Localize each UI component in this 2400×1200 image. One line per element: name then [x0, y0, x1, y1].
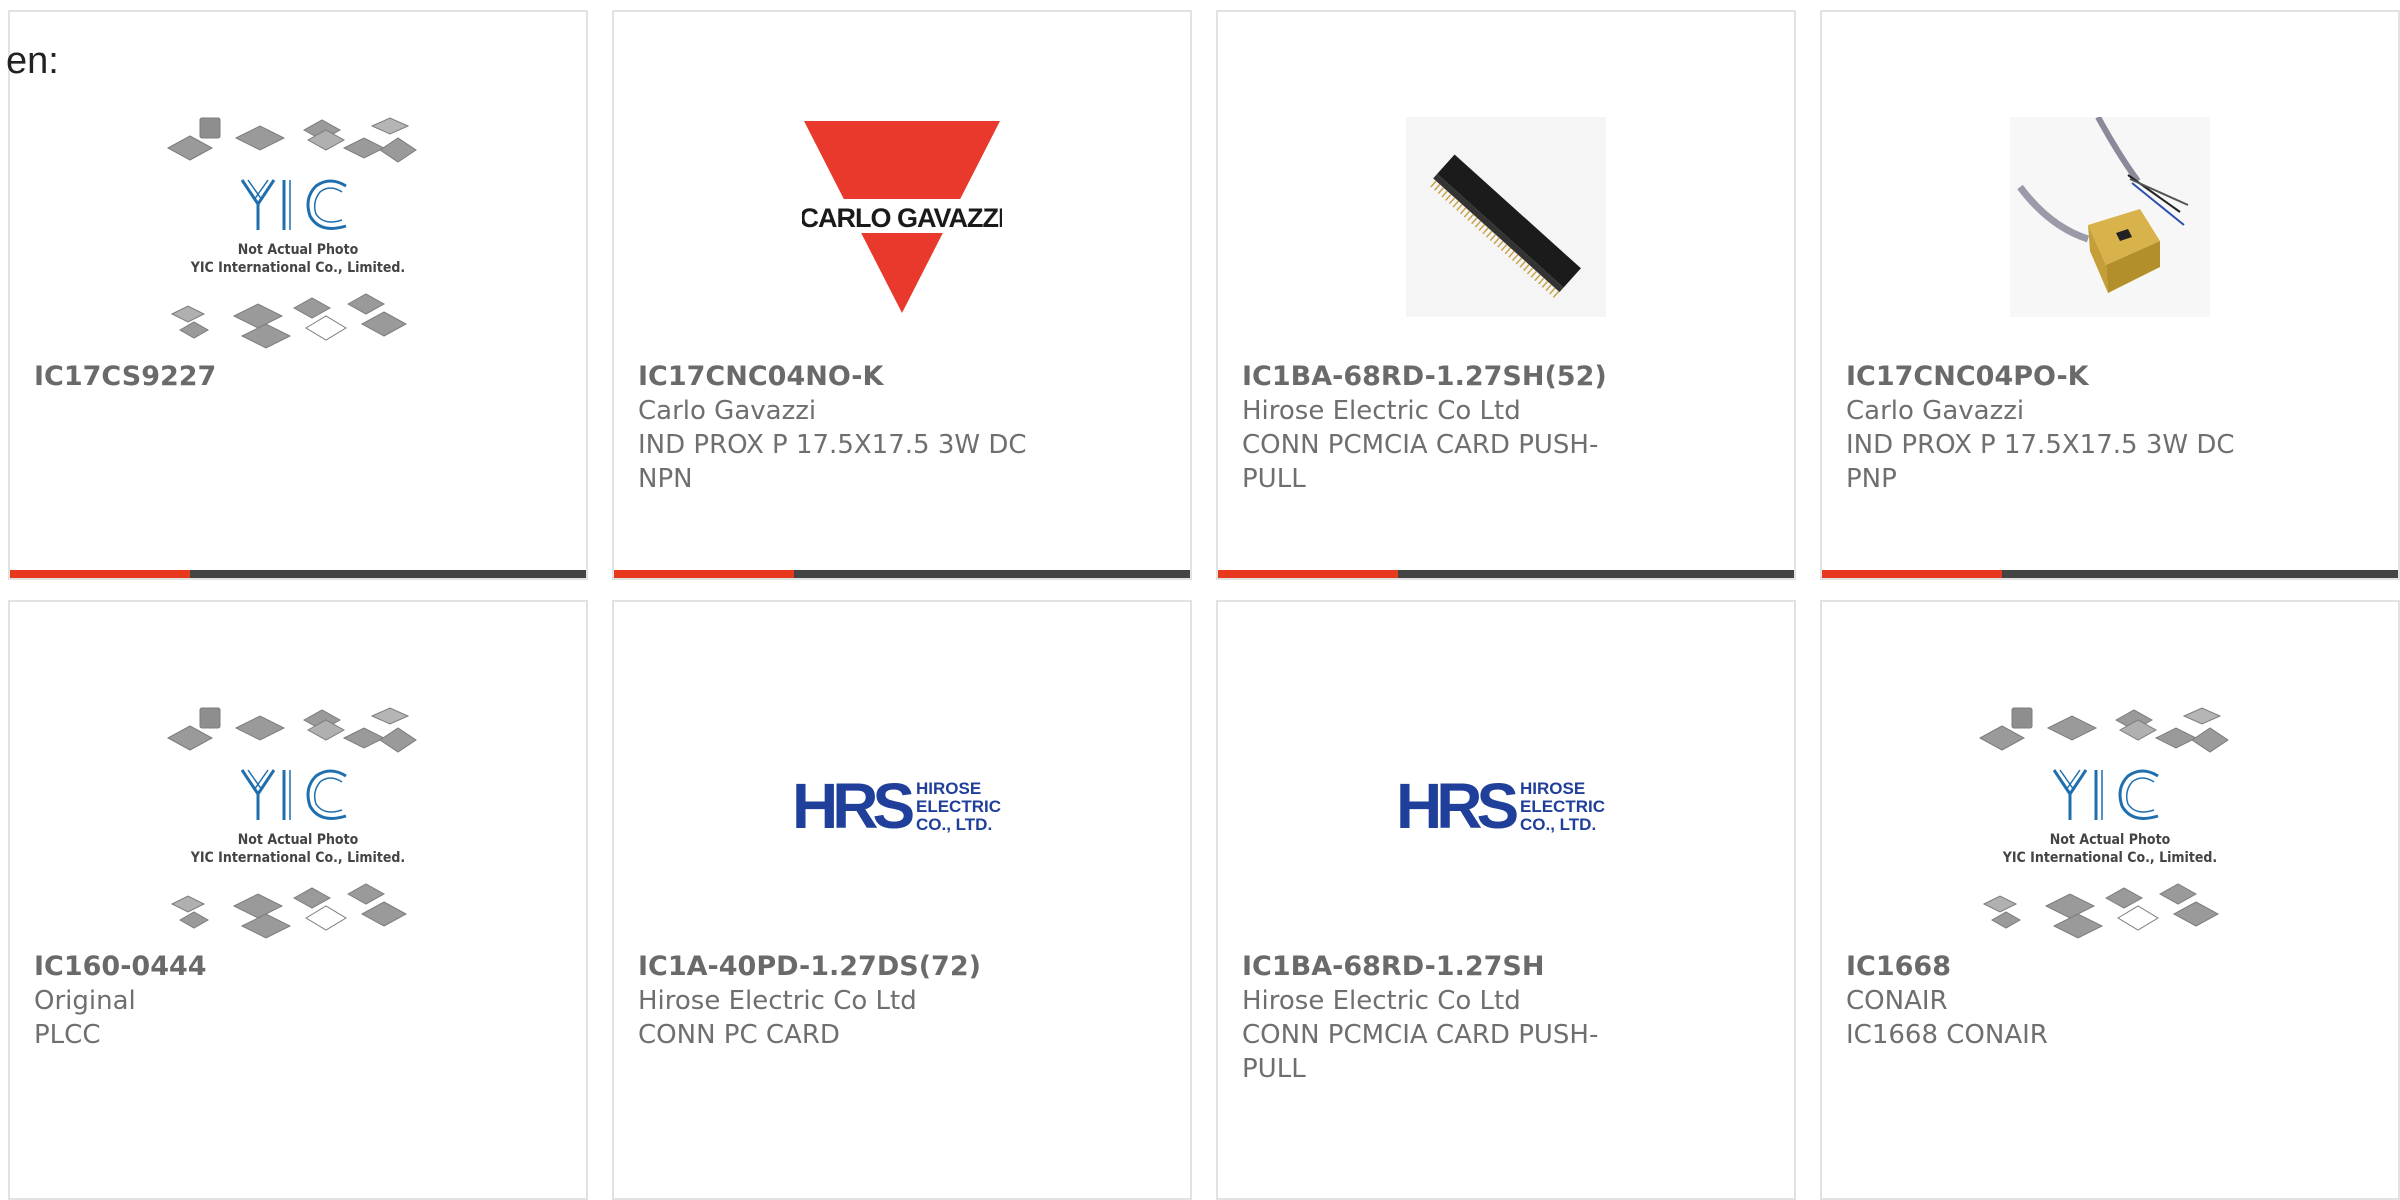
product-part-number[interactable]: IC1668	[1846, 950, 2382, 984]
product-image[interactable]: Not Actual Photo YIC International Co., …	[10, 688, 586, 958]
product-info: IC17CS9227	[34, 360, 570, 394]
product-image[interactable]: CARLO GAVAZZI	[614, 82, 1190, 352]
product-grid: Not Actual Photo YIC International Co., …	[0, 0, 2400, 1200]
product-image[interactable]: Not Actual Photo YIC International Co., …	[1822, 688, 2398, 958]
hrs-logo-line-1: HIROSE	[916, 779, 981, 798]
product-info: IC17CNC04NO-K Carlo Gavazzi IND PROX P 17.…	[638, 360, 1174, 496]
card-accent-bar	[1218, 570, 1794, 578]
product-part-number[interactable]: IC17CNC04PO-K	[1846, 360, 2382, 394]
yic-caption-2: YIC International Co., Limited.	[2002, 850, 2217, 866]
hrs-logo-line-3: CO., LTD.	[1520, 815, 1596, 834]
product-description: IC1668 CONAIR	[1846, 1020, 2048, 1050]
card-accent-bar-highlight	[1822, 570, 2002, 578]
hrs-logo-line-3: CO., LTD.	[916, 815, 992, 834]
connector-photo	[1406, 117, 1606, 317]
product-image[interactable]: HRS HIROSE ELECTRIC CO., LTD.	[614, 672, 1190, 942]
product-part-number[interactable]: IC1BA-68RD-1.27SH(52)	[1242, 360, 1778, 394]
hrs-logo-line-2: ELECTRIC	[916, 797, 1001, 816]
proximity-sensor-photo	[2010, 117, 2210, 317]
product-description: CONN PCMCIA CARD PUSH-PULL	[1242, 430, 1599, 494]
product-image[interactable]: HRS HIROSE ELECTRIC CO., LTD.	[1218, 672, 1794, 942]
yic-placeholder-image: Not Actual Photo YIC International Co., …	[166, 117, 417, 349]
language-label: en:	[6, 40, 59, 82]
product-info: IC1BA-68RD-1.27SH Hirose Electric Co Ltd C…	[1242, 950, 1778, 1086]
product-card[interactable]: HRS HIROSE ELECTRIC CO., LTD. IC1A-40PD-…	[612, 600, 1192, 1200]
product-manufacturer: Carlo Gavazzi	[638, 396, 817, 426]
hrs-logo-line-1: HIROSE	[1520, 779, 1585, 798]
product-part-number[interactable]: IC17CNC04NO-K	[638, 360, 1174, 394]
product-description: CONN PC CARD	[638, 1020, 840, 1050]
product-manufacturer: Original	[34, 986, 136, 1016]
product-manufacturer: Carlo Gavazzi	[1846, 396, 2025, 426]
product-image[interactable]	[1822, 82, 2398, 352]
product-card[interactable]: Not Actual Photo YIC International Co., …	[8, 10, 588, 580]
product-manufacturer: Hirose Electric Co Ltd	[1242, 986, 1521, 1016]
product-manufacturer: Hirose Electric Co Ltd	[638, 986, 917, 1016]
card-accent-bar	[1822, 570, 2398, 578]
product-image[interactable]	[1218, 82, 1794, 352]
hrs-logo-line-2: ELECTRIC	[1520, 797, 1605, 816]
product-card[interactable]: IC17CNC04PO-K Carlo Gavazzi IND PROX P 17.…	[1820, 10, 2400, 580]
hrs-logo: HRS HIROSE ELECTRIC CO., LTD.	[1396, 772, 1605, 842]
product-card[interactable]: IC1BA-68RD-1.27SH(52) Hirose Electric Co …	[1216, 10, 1796, 580]
hrs-logo-mark: HRS	[1396, 772, 1517, 842]
carlo-gavazzi-logo: CARLO GAVAZZI	[802, 121, 1002, 313]
product-part-number[interactable]: IC17CS9227	[34, 360, 570, 394]
yic-caption-1: Not Actual Photo	[238, 832, 359, 848]
yic-caption-2: YIC International Co., Limited.	[190, 850, 405, 866]
product-part-number[interactable]: IC1BA-68RD-1.27SH	[1242, 950, 1778, 984]
carlo-gavazzi-logo-text: CARLO GAVAZZI	[802, 203, 1002, 233]
yic-caption-1: Not Actual Photo	[2050, 832, 2171, 848]
product-info: IC1A-40PD-1.27DS(72) Hirose Electric Co L…	[638, 950, 1174, 1052]
product-card[interactable]: CARLO GAVAZZI IC17CNC04NO-K Carlo Gavazzi…	[612, 10, 1192, 580]
product-info: IC1BA-68RD-1.27SH(52) Hirose Electric Co …	[1242, 360, 1778, 496]
product-info: IC1668 CONAIR IC1668 CONAIR	[1846, 950, 2382, 1052]
product-card[interactable]: Not Actual Photo YIC International Co., …	[1820, 600, 2400, 1200]
card-accent-bar-highlight	[614, 570, 794, 578]
yic-placeholder-image: Not Actual Photo YIC International Co., …	[166, 707, 417, 939]
product-part-number[interactable]: IC160-0444	[34, 950, 570, 984]
yic-caption-1: Not Actual Photo	[238, 242, 359, 258]
yic-placeholder-image: Not Actual Photo YIC International Co., …	[1978, 707, 2229, 939]
card-accent-bar-highlight	[10, 570, 190, 578]
product-info: IC17CNC04PO-K Carlo Gavazzi IND PROX P 17.…	[1846, 360, 2382, 496]
product-description: PLCC	[34, 1020, 101, 1050]
product-part-number[interactable]: IC1A-40PD-1.27DS(72)	[638, 950, 1174, 984]
product-image[interactable]: Not Actual Photo YIC International Co., …	[10, 98, 586, 368]
yic-caption-2: YIC International Co., Limited.	[190, 260, 405, 276]
product-description: CONN PCMCIA CARD PUSH-PULL	[1242, 1020, 1599, 1084]
product-card[interactable]: HRS HIROSE ELECTRIC CO., LTD. IC1BA-68RD…	[1216, 600, 1796, 1200]
hrs-logo-mark: HRS	[792, 772, 913, 842]
card-accent-bar-highlight	[1218, 570, 1398, 578]
product-manufacturer: Hirose Electric Co Ltd	[1242, 396, 1521, 426]
product-info: IC160-0444 Original PLCC	[34, 950, 570, 1052]
product-description: IND PROX P 17.5X17.5 3W DC PNP	[1846, 430, 2235, 494]
product-manufacturer: CONAIR	[1846, 986, 1948, 1016]
product-card[interactable]: Not Actual Photo YIC International Co., …	[8, 600, 588, 1200]
card-accent-bar	[10, 570, 586, 578]
card-accent-bar	[614, 570, 1190, 578]
hrs-logo: HRS HIROSE ELECTRIC CO., LTD.	[792, 772, 1001, 842]
product-description: IND PROX P 17.5X17.5 3W DC NPN	[638, 430, 1027, 494]
